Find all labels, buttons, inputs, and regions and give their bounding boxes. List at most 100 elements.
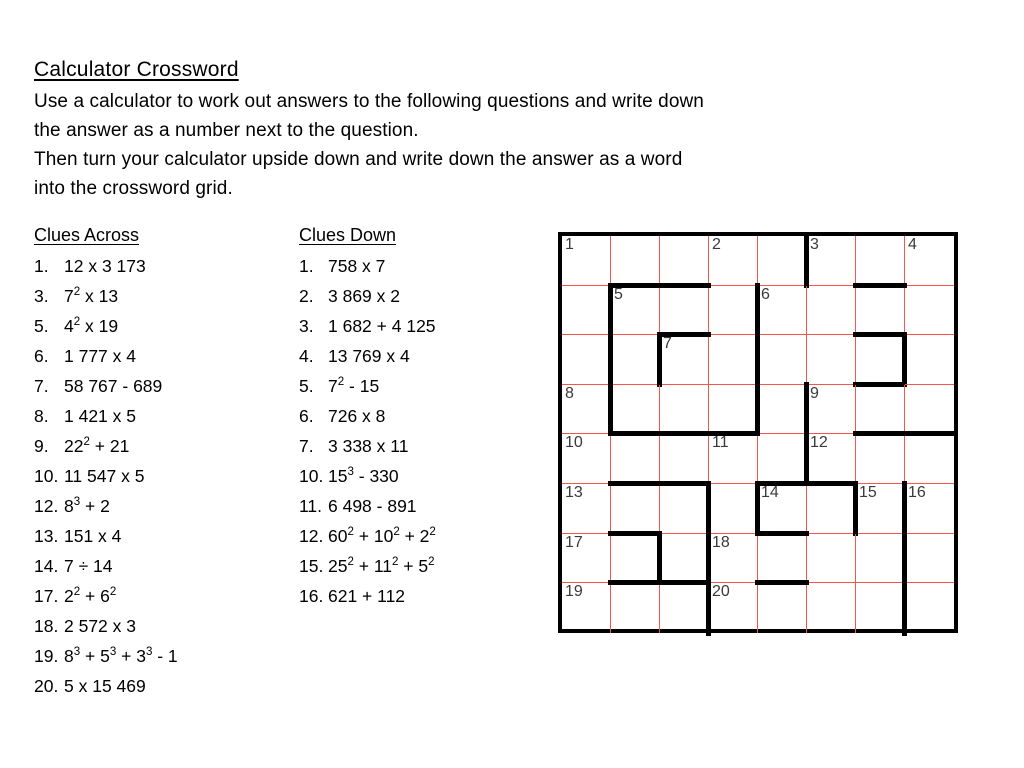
grid-cell-13[interactable]: 13 [562, 483, 611, 534]
grid-cell[interactable] [608, 480, 662, 534]
grid-cell[interactable] [905, 385, 954, 435]
grid-cell-16[interactable]: 16 [902, 480, 954, 536]
clue-expression: 58 767 - 689 [64, 376, 163, 396]
grid-cell[interactable] [755, 332, 807, 387]
grid-cell[interactable] [856, 583, 905, 633]
clue-item: 11. 6 498 - 891 [299, 491, 549, 521]
grid-cell[interactable] [608, 580, 662, 633]
clue-expression: 13 769 x 4 [328, 346, 410, 366]
clue-item: 1. 758 x 7 [299, 251, 549, 281]
grid-cell-8[interactable]: 8 [562, 384, 611, 435]
grid-cell[interactable] [608, 381, 662, 437]
instruction-line: into the crossword grid. [34, 178, 233, 199]
clues-down-heading: Clues Down [299, 225, 397, 245]
clue-expression: 72 x 13 [64, 286, 119, 306]
grid-cell-1[interactable]: 1 [562, 236, 611, 286]
grid-cell[interactable] [856, 236, 905, 286]
grid-cell-2[interactable]: 2 [709, 236, 758, 286]
grid-cell[interactable] [853, 332, 907, 387]
clue-item: 18. 2 572 x 3 [34, 611, 284, 641]
clue-number: 10. [299, 466, 324, 486]
grid-cell[interactable] [660, 236, 709, 286]
clue-number: 13. [34, 526, 59, 546]
grid-cell-7[interactable]: 7 [657, 332, 711, 387]
grid-cell[interactable] [608, 332, 660, 387]
clue-item: 3. 1 682 + 4 125 [299, 311, 549, 341]
grid-cell[interactable] [709, 335, 758, 385]
grid-cell-18[interactable]: 18 [706, 530, 758, 586]
clue-expression: 22 + 62 [64, 586, 117, 606]
grid-cell[interactable] [562, 335, 611, 385]
grid-cell-6[interactable]: 6 [755, 282, 807, 338]
clue-item: 16. 621 + 112 [299, 581, 549, 611]
grid-cell[interactable] [755, 530, 809, 584]
crossword-grid[interactable]: 1 2 3 4 5 6 7 8 9 10 11 12 13 14 15 16 17 18 19 20 [558, 232, 958, 636]
grid-cell-15[interactable]: 15 [853, 480, 905, 536]
grid-cell[interactable] [709, 384, 758, 435]
grid-cell[interactable] [905, 335, 954, 385]
grid-cell[interactable] [706, 480, 758, 536]
grid-cell[interactable] [608, 431, 662, 484]
grid-cell-12[interactable]: 12 [804, 431, 856, 486]
clue-number: 8. [34, 406, 49, 426]
grid-cell[interactable] [902, 431, 957, 484]
grid-cell[interactable] [856, 533, 905, 584]
grid-cell-5[interactable]: 5 [608, 282, 662, 338]
clue-item: 12. 602 + 102 + 22 [299, 521, 549, 551]
grid-cell[interactable] [755, 580, 809, 633]
grid-cell-number: 8 [565, 384, 574, 402]
grid-cell-4[interactable]: 4 [905, 236, 954, 286]
grid-cell-number: 16 [908, 483, 926, 501]
grid-cell[interactable] [755, 381, 807, 437]
grid-cell[interactable] [562, 285, 611, 336]
grid-row: 1 2 3 4 [562, 233, 954, 288]
grid-cell[interactable] [807, 285, 856, 336]
clue-item: 13. 151 x 4 [34, 521, 284, 551]
grid-cell[interactable] [807, 335, 856, 385]
grid-cell[interactable] [804, 480, 858, 534]
clue-item: 6. 1 777 x 4 [34, 341, 284, 371]
grid-cell-17[interactable]: 17 [562, 533, 611, 584]
grid-cell[interactable] [709, 285, 758, 336]
grid-cell[interactable] [657, 282, 711, 336]
grid-cell[interactable] [807, 583, 856, 633]
grid-cell[interactable] [608, 530, 662, 586]
grid-cell-19[interactable]: 19 [562, 583, 611, 633]
grid-cell-9[interactable]: 9 [804, 381, 856, 437]
grid-cell[interactable] [853, 282, 907, 336]
clue-expression: 222 + 21 [64, 436, 130, 456]
grid-cell[interactable] [905, 286, 954, 336]
clue-item: 4. 13 769 x 4 [299, 341, 549, 371]
grid-cell-10[interactable]: 10 [562, 434, 611, 484]
instruction-line: the answer as a number next to the quest… [34, 120, 419, 141]
grid-cell[interactable] [660, 533, 709, 584]
grid-cell[interactable] [657, 431, 711, 484]
clue-expression: 726 x 8 [328, 406, 386, 426]
grid-cell-3[interactable]: 3 [804, 233, 856, 288]
grid-cell[interactable] [758, 236, 807, 286]
grid-cell[interactable] [902, 580, 954, 636]
grid-cell[interactable] [657, 480, 711, 534]
grid-cell-number: 6 [761, 285, 770, 303]
grid-row: 7 [562, 332, 954, 387]
grid-cell[interactable] [856, 384, 905, 435]
grid-cell[interactable] [657, 580, 711, 633]
grid-cell-number: 3 [810, 236, 819, 253]
grid-cell-20[interactable]: 20 [706, 580, 758, 636]
clue-expression: 1 421 x 5 [64, 406, 136, 426]
grid-cell[interactable] [853, 431, 907, 484]
clue-number: 5. [299, 376, 314, 396]
clue-expression: 5 x 15 469 [64, 676, 146, 696]
clue-number: 6. [34, 346, 49, 366]
grid-cell[interactable] [657, 384, 711, 437]
clues-across-heading: Clues Across [34, 225, 140, 245]
clue-number: 17. [34, 586, 59, 606]
grid-cell-11[interactable]: 11 [706, 431, 760, 484]
grid-cell[interactable] [807, 533, 856, 584]
grid-row: 19 20 [562, 580, 954, 636]
grid-cell[interactable] [902, 530, 954, 586]
clue-item: 10. 153 - 330 [299, 461, 549, 491]
grid-cell-14[interactable]: 14 [755, 480, 809, 536]
grid-cell[interactable] [758, 434, 807, 484]
grid-cell[interactable] [611, 236, 660, 286]
